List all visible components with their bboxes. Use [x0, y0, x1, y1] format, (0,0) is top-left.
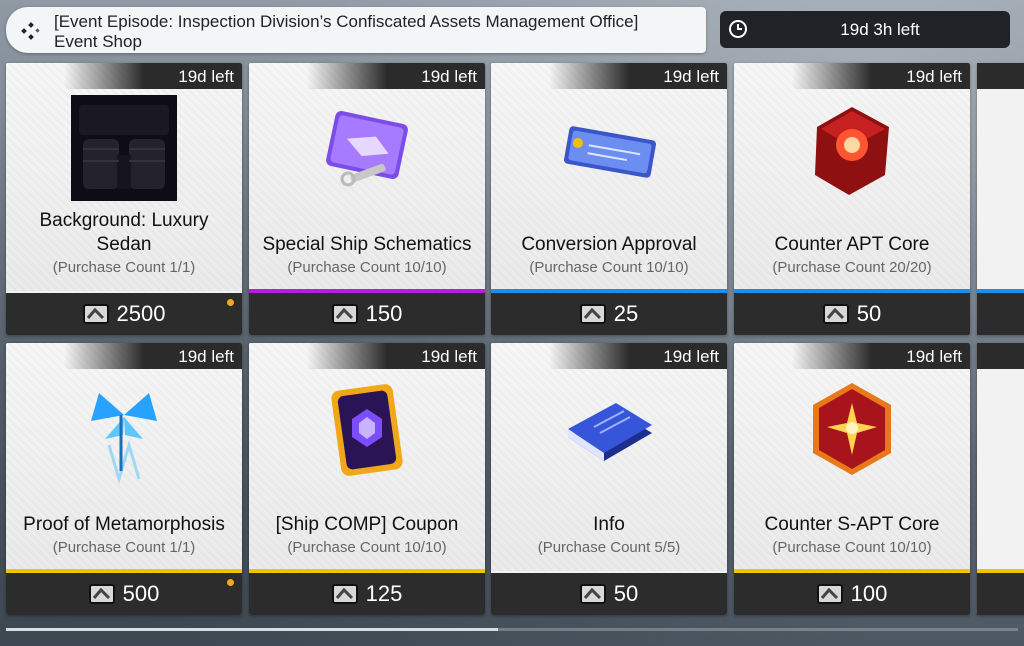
scrollbar-thumb[interactable]	[6, 628, 498, 631]
purchase-count: (Purchase Count 1/1)	[52, 259, 196, 276]
ticket-currency-icon	[331, 584, 358, 604]
item-name: Background: Luxury Sedan	[39, 210, 209, 255]
time-left-badge: 19d left	[792, 343, 970, 369]
s-apt-core-icon	[813, 383, 891, 475]
new-indicator-dot	[227, 579, 234, 586]
shop-item-card-partial[interactable]	[977, 63, 1024, 335]
item-name: Counter S-APT Core	[764, 514, 940, 535]
comp-coupon-icon	[331, 384, 403, 476]
ticket-currency-icon	[82, 304, 109, 324]
price: 25	[613, 301, 639, 326]
shop-title-panel: [Event Episode: Inspection Division’s Co…	[6, 7, 706, 53]
shop-item-card[interactable]: 19d left Counter APT Core (Purchase Coun…	[734, 63, 970, 335]
shop-item-card[interactable]: 19d left Proof of Metamorphosis (Purchas…	[6, 343, 242, 615]
ticket-currency-icon	[331, 304, 358, 324]
event-timer: 19d 3h left	[720, 11, 1010, 48]
shop-item-card[interactable]: 19d left [Ship COMP] Coupon (Purchase Co…	[249, 343, 485, 615]
shop-item-card[interactable]: 19d left Counter S-APT Core (Purchase Co…	[734, 343, 970, 615]
new-indicator-dot	[227, 299, 234, 306]
ship-schematics-icon	[326, 111, 408, 187]
shop-item-card[interactable]: 19d left Background: Luxury Sedan (Purch…	[6, 63, 242, 335]
timer-text: 19d 3h left	[840, 20, 920, 39]
shop-item-card[interactable]: 19d left Info (Purchase Count 5/5) 50	[491, 343, 727, 615]
ticket-currency-icon	[579, 584, 606, 604]
shop-item-card[interactable]: 19d left Conversion Approval (Purchase C…	[491, 63, 727, 335]
price: 125	[365, 581, 403, 606]
time-left-badge: 19d left	[307, 63, 485, 89]
dots-logo-icon	[21, 22, 40, 40]
approval-ticket-icon	[564, 126, 656, 178]
ticket-currency-icon	[822, 304, 849, 324]
item-name: Proof of Metamorphosis	[23, 514, 225, 535]
time-left-badge: 19d left	[792, 63, 970, 89]
price: 500	[122, 581, 160, 606]
shop-title: Event Shop	[54, 32, 142, 51]
price-button[interactable]: 50	[734, 293, 970, 335]
clock-icon	[729, 20, 747, 38]
butterfly-crystal-icon	[91, 393, 157, 485]
item-name: Info	[593, 514, 625, 535]
item-name: Special Ship Schematics	[262, 234, 472, 255]
time-left-badge: 19d left	[307, 343, 485, 369]
price: 100	[850, 581, 888, 606]
price-button[interactable]: 150	[249, 293, 485, 335]
price: 50	[856, 301, 882, 326]
event-title: [Event Episode: Inspection Division’s Co…	[54, 12, 639, 31]
purchase-count: (Purchase Count 10/10)	[287, 259, 447, 276]
purchase-count: (Purchase Count 10/10)	[287, 539, 447, 556]
item-name: Conversion Approval	[521, 234, 697, 255]
ticket-currency-icon	[88, 584, 115, 604]
price-button[interactable]: 125	[249, 573, 485, 615]
price-button[interactable]: 25	[491, 293, 727, 335]
ticket-currency-icon	[579, 304, 606, 324]
price: 150	[365, 301, 403, 326]
time-left-badge: 19d left	[64, 63, 242, 89]
purchase-count: (Purchase Count 10/10)	[772, 539, 932, 556]
ticket-currency-icon	[816, 584, 843, 604]
item-name: [Ship COMP] Coupon	[275, 514, 459, 535]
price-button[interactable]: 500	[6, 573, 242, 615]
shop-item-card[interactable]: 19d left Special Ship Schematics (Purcha…	[249, 63, 485, 335]
shop-item-card-partial[interactable]	[977, 343, 1024, 615]
purchase-count: (Purchase Count 1/1)	[52, 539, 196, 556]
price-button[interactable]: 100	[734, 573, 970, 615]
price: 2500	[116, 301, 166, 326]
apt-core-icon	[815, 107, 889, 195]
item-name: Counter APT Core	[774, 234, 930, 255]
purchase-count: (Purchase Count 5/5)	[537, 539, 681, 556]
info-book-icon	[568, 403, 652, 461]
price-button[interactable]: 2500	[6, 293, 242, 335]
time-left-badge: 19d left	[64, 343, 242, 369]
time-left-badge: 19d left	[549, 63, 727, 89]
car-interior-icon	[71, 95, 177, 201]
price: 50	[613, 581, 639, 606]
purchase-count: (Purchase Count 10/10)	[529, 259, 689, 276]
price-button[interactable]: 50	[491, 573, 727, 615]
purchase-count: (Purchase Count 20/20)	[772, 259, 932, 276]
time-left-badge: 19d left	[549, 343, 727, 369]
